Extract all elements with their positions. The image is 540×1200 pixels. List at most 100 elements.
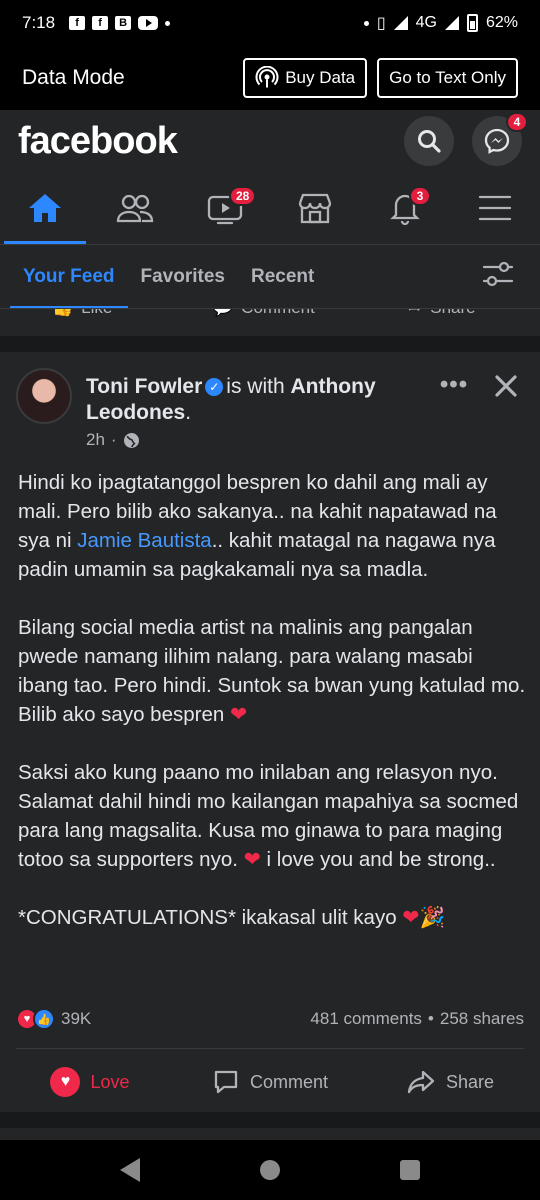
tab-your-feed[interactable]: Your Feed	[10, 245, 128, 309]
post-text: *CONGRATULATIONS* ikakasal ulit kayo	[18, 906, 397, 929]
post-time[interactable]: 2h	[86, 430, 105, 450]
signal-icon	[444, 16, 459, 30]
like-icon: 👍	[52, 309, 73, 318]
comment-button[interactable]: Comment	[180, 1052, 360, 1112]
nav-watch[interactable]: 28	[180, 172, 270, 244]
prev-share-button[interactable]: ➦ Share	[408, 309, 476, 318]
avatar[interactable]	[16, 368, 72, 424]
buy-data-label: Buy Data	[285, 68, 356, 87]
with-text: is with	[226, 375, 285, 398]
nav-menu[interactable]	[450, 172, 540, 244]
prev-like-button[interactable]: 👍 Like	[52, 309, 112, 318]
love-label: Love	[90, 1071, 130, 1092]
count-separator: •	[427, 1009, 434, 1028]
notification-icons: f f B	[69, 16, 171, 30]
author-name[interactable]: Toni Fowler	[86, 375, 202, 398]
share-icon: ➦	[408, 309, 422, 318]
author-line: Toni Fowler ✓ is with Anthony Leodones.	[86, 375, 376, 424]
facebook-logo[interactable]: facebook	[18, 120, 178, 163]
broadcast-icon	[255, 66, 279, 88]
data-mode-bar: Data Mode Buy Data Go to Text Only	[0, 46, 540, 110]
text-only-button[interactable]: Go to Text Only	[377, 58, 518, 98]
network-label: 4G	[415, 14, 437, 31]
vibrate-icon: ▯	[376, 15, 386, 32]
nav-friends[interactable]	[90, 172, 180, 244]
comment-icon: 💬	[212, 309, 233, 318]
tab-recent[interactable]: Recent	[238, 245, 327, 309]
comment-icon	[214, 1070, 238, 1094]
home-circle-icon[interactable]	[260, 1160, 280, 1180]
share-button[interactable]: Share	[360, 1052, 540, 1112]
text-only-label: Go to Text Only	[389, 68, 506, 87]
signal-icon	[393, 16, 408, 30]
party-popper-emoji-icon: 🎉	[419, 906, 446, 929]
post-text: Bilang social media artist na malinis an…	[18, 616, 526, 726]
app-header: facebook 4	[0, 110, 540, 172]
meta-separator: ·	[110, 430, 117, 449]
feed-filter-button[interactable]	[482, 260, 514, 293]
post-more-button[interactable]: •••	[434, 370, 474, 400]
reaction-icons[interactable]: ♥ 👍	[16, 1008, 55, 1030]
tab-favorites[interactable]: Favorites	[128, 245, 238, 309]
globe-icon	[123, 432, 139, 448]
status-bar: 7:18 f f B ▯ 4G 62%	[0, 0, 540, 46]
love-icon: ♥	[50, 1067, 81, 1097]
nav-marketplace[interactable]	[270, 172, 360, 244]
facebook-notification-icon: f	[69, 16, 86, 30]
prev-comment-label: Comment	[241, 309, 315, 318]
hamburger-menu-icon	[478, 195, 512, 221]
android-navigation-bar	[0, 1140, 540, 1200]
divider	[16, 1048, 524, 1049]
messenger-badge: 4	[506, 112, 528, 132]
verified-badge-icon: ✓	[205, 378, 224, 396]
reactions-summary: ♥ 👍 39K 481 comments • 258 shares	[16, 1002, 524, 1036]
post-meta: 2h ·	[86, 430, 140, 450]
dot-icon	[363, 20, 369, 26]
shares-count[interactable]: 258 shares	[440, 1009, 524, 1029]
home-icon	[29, 194, 61, 222]
comment-label: Comment	[249, 1071, 329, 1092]
heart-emoji-icon: ❤	[402, 906, 420, 929]
buy-data-button[interactable]: Buy Data	[243, 58, 368, 98]
more-notifications-dot	[165, 20, 171, 26]
battery-icon	[466, 14, 478, 32]
close-icon	[495, 375, 517, 397]
post-paragraph: Saksi ako kung paano mo inilaban ang rel…	[18, 758, 528, 874]
previous-post-actions: 👍 Like 💬 Comment ➦ Share	[0, 308, 540, 336]
feed-post: Toni Fowler ✓ is with Anthony Leodones. 2h…	[0, 352, 540, 1112]
comments-count[interactable]: 481 comments	[310, 1009, 422, 1029]
data-buttons: Buy Data Go to Text Only	[243, 58, 518, 98]
hide-post-button[interactable]	[488, 368, 524, 404]
post-text: i love you and be strong..	[266, 848, 496, 871]
love-button[interactable]: ♥ Love	[0, 1052, 180, 1112]
search-button[interactable]	[404, 116, 454, 166]
post-paragraph: Bilang social media artist na malinis an…	[18, 613, 528, 729]
post-paragraph: Hindi ko ipagtatanggol bespren ko dahil …	[18, 468, 528, 584]
main-nav: 28 3	[0, 172, 540, 244]
nav-home[interactable]	[0, 172, 90, 244]
status-right: ▯ 4G 62%	[363, 13, 518, 33]
back-icon[interactable]	[120, 1158, 140, 1182]
share-icon	[407, 1070, 435, 1094]
engagement-counts: 481 comments • 258 shares	[310, 1009, 524, 1029]
nav-notifications[interactable]: 3	[360, 172, 450, 244]
post-paragraph: *CONGRATULATIONS* ikakasal ulit kayo ❤🎉	[18, 903, 528, 932]
recents-icon[interactable]	[400, 1160, 420, 1180]
prev-like-label: Like	[81, 309, 112, 318]
battery-percent: 62%	[485, 14, 518, 31]
data-mode-label: Data Mode	[22, 66, 125, 89]
post-header: Toni Fowler ✓ is with Anthony Leodones. 2h…	[16, 368, 524, 458]
facebook-notification-icon: f	[92, 16, 109, 30]
b-notification-icon: B	[115, 16, 132, 30]
header-icons: 4	[404, 112, 528, 166]
heart-emoji-icon: ❤	[243, 848, 261, 871]
heart-emoji-icon: ❤	[229, 703, 248, 726]
prev-share-label: Share	[430, 309, 475, 318]
prev-comment-button[interactable]: 💬 Comment	[212, 309, 315, 318]
messenger-icon	[484, 128, 510, 154]
messenger-button[interactable]: 4	[472, 112, 528, 166]
notifications-badge: 3	[409, 186, 431, 206]
reaction-count[interactable]: 39K	[61, 1009, 91, 1029]
mention-link[interactable]: Jamie Bautista	[77, 529, 211, 552]
like-reaction-icon: 👍	[33, 1008, 55, 1030]
